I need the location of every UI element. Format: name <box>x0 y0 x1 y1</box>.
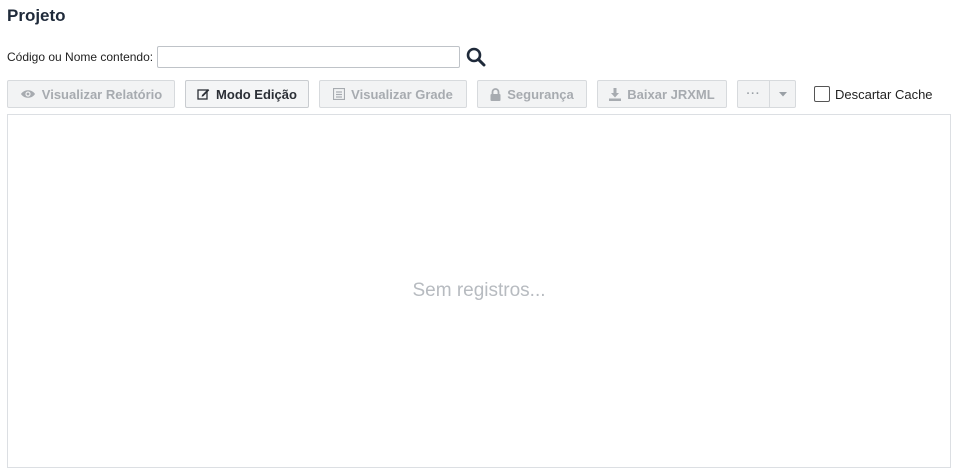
view-report-label: Visualizar Relatório <box>41 86 163 102</box>
caret-down-icon <box>778 91 787 96</box>
discard-cache-label: Descartar Cache <box>835 86 933 102</box>
search-icon <box>466 47 486 67</box>
page-title: Projeto <box>7 6 66 25</box>
security-button[interactable]: Segurança <box>477 80 587 108</box>
search-label: Código ou Nome contendo: <box>7 50 154 64</box>
download-icon <box>609 87 622 101</box>
toolbar: Visualizar Relatório Modo Edição Visuali… <box>7 79 933 109</box>
edit-mode-label: Modo Edição <box>216 86 297 102</box>
download-jrxml-button[interactable]: Baixar JRXML <box>597 80 727 108</box>
search-input[interactable] <box>157 46 461 68</box>
eye-icon <box>20 88 36 100</box>
view-grid-label: Visualizar Grade <box>351 86 453 102</box>
view-grid-button[interactable]: Visualizar Grade <box>319 80 467 108</box>
search-button[interactable] <box>465 46 487 68</box>
edit-mode-button[interactable]: Modo Edição <box>185 80 309 108</box>
results-grid: Sem registros... <box>7 114 951 468</box>
edit-icon <box>197 88 210 100</box>
discard-cache-checkbox[interactable] <box>814 86 830 102</box>
more-actions-dropdown[interactable] <box>770 81 795 107</box>
download-jrxml-label: Baixar JRXML <box>627 86 715 102</box>
more-actions-split-button: ··· <box>737 80 796 108</box>
empty-state-text: Sem registros... <box>412 280 546 301</box>
lock-icon <box>490 87 501 101</box>
security-label: Segurança <box>507 86 574 102</box>
list-icon <box>333 88 346 100</box>
view-report-button[interactable]: Visualizar Relatório <box>7 80 175 108</box>
discard-cache-toggle[interactable]: Descartar Cache <box>814 86 933 102</box>
search-row: Código ou Nome contendo: <box>7 45 487 69</box>
more-actions-button[interactable]: ··· <box>738 81 770 107</box>
